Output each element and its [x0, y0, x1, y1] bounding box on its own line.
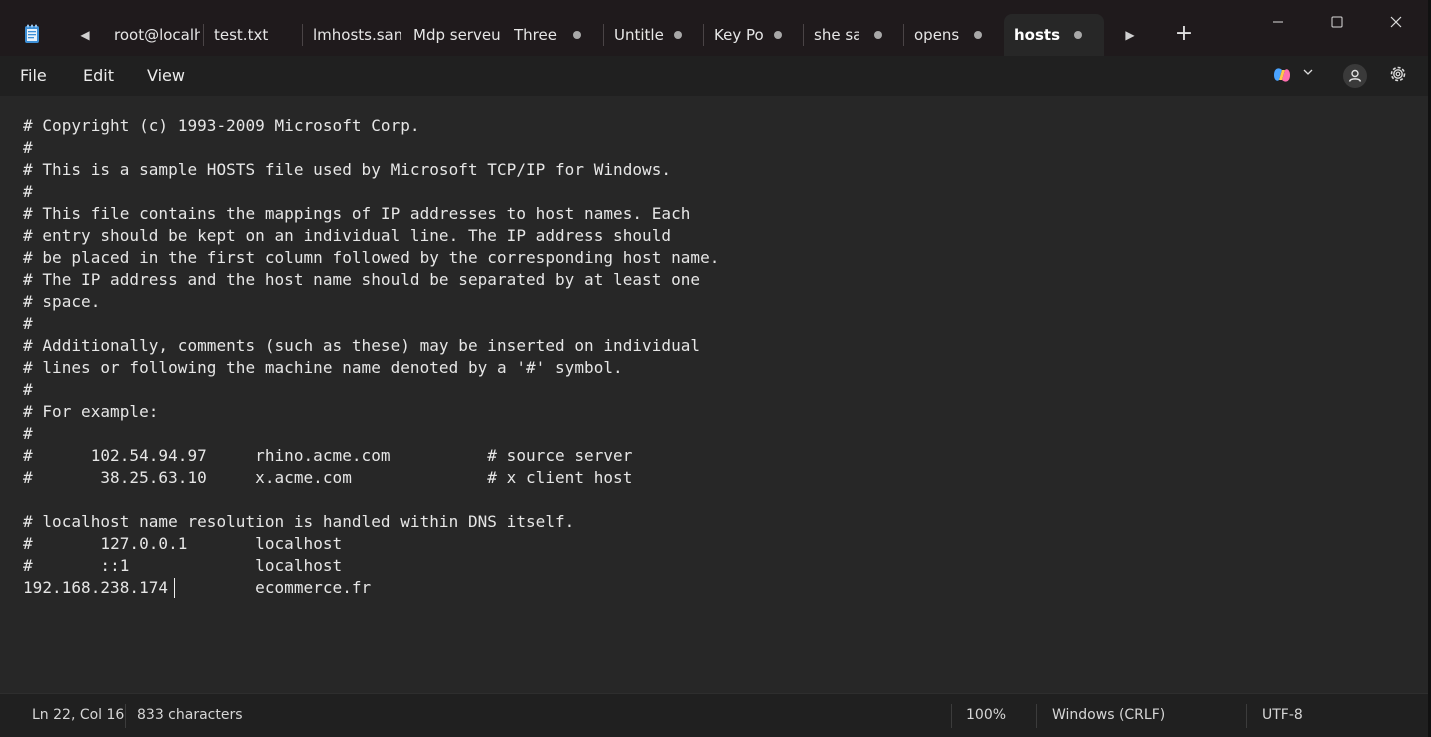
caret-left-icon[interactable]: ◀ [75, 24, 95, 46]
tab-label: root@localh [114, 26, 200, 44]
editor-line: # lines or following the machine name de… [23, 358, 623, 377]
tab-hosts[interactable]: hosts [1004, 14, 1104, 56]
menu-bar: File Edit View [0, 56, 1428, 96]
tab-she-said[interactable]: she sai [804, 14, 904, 56]
status-divider [951, 704, 952, 728]
menu-edit[interactable]: Edit [83, 56, 114, 96]
tab-label: Three [514, 26, 557, 44]
editor-line: # This file contains the mappings of IP … [23, 204, 691, 223]
editor-line: # Additionally, comments (such as these)… [23, 336, 701, 355]
tab-label: openss [914, 26, 960, 44]
menu-view[interactable]: View [147, 56, 185, 96]
cursor-position[interactable]: Ln 22, Col 16 [32, 694, 124, 737]
editor-line: # [23, 138, 33, 157]
status-divider [1036, 704, 1037, 728]
text-caret [174, 578, 175, 598]
editor-line: # [23, 424, 33, 443]
tab-lmhosts-sam[interactable]: lmhosts.sam [303, 14, 403, 56]
account-icon[interactable] [1343, 64, 1367, 88]
character-count: 833 characters [137, 707, 243, 723]
plus-icon[interactable]: + [1172, 22, 1196, 46]
editor-line: # localhost name resolution is handled w… [23, 512, 575, 531]
editor-line: # space. [23, 292, 101, 311]
editor-line: # 127.0.0.1 localhost [23, 534, 343, 553]
status-bar: Ln 22, Col 16 833 characters 100% Window… [0, 693, 1428, 737]
gear-icon[interactable] [1387, 63, 1409, 85]
tab-label: test.txt [214, 26, 269, 44]
maximize-icon[interactable] [1322, 8, 1352, 34]
editor-line: # [23, 314, 33, 333]
chevron-down-icon[interactable] [1300, 66, 1316, 82]
tab-label: Untitle [614, 26, 664, 44]
tab-three[interactable]: Three [504, 14, 604, 56]
tab-label: Key Po [714, 26, 764, 44]
menu-file[interactable]: File [20, 56, 47, 96]
status-divider [125, 704, 126, 728]
unsaved-dot-icon [674, 31, 682, 39]
unsaved-dot-icon [573, 31, 581, 39]
tab-test-txt[interactable]: test.txt [204, 14, 303, 56]
notepad-icon [25, 24, 39, 43]
text-editor[interactable]: # Copyright (c) 1993-2009 Microsoft Corp… [0, 96, 1428, 693]
editor-line: # entry should be kept on an individual … [23, 226, 672, 245]
unsaved-dot-icon [974, 31, 982, 39]
unsaved-dot-icon [874, 31, 882, 39]
editor-line: # [23, 380, 33, 399]
zoom-level[interactable]: 100% [966, 694, 1006, 737]
editor-line: # ::1 localhost [23, 556, 343, 575]
editor-line: # Copyright (c) 1993-2009 Microsoft Corp… [23, 116, 420, 135]
tab-mdp-serveur[interactable]: Mdp serveur [403, 14, 504, 56]
copilot-icon[interactable] [1270, 64, 1294, 86]
minimize-icon[interactable] [1263, 8, 1293, 34]
unsaved-dot-icon [774, 31, 782, 39]
tab-openssl[interactable]: openss [904, 14, 1004, 56]
tab-label: she sai [814, 26, 859, 44]
tab-label: lmhosts.sam [313, 26, 401, 44]
close-icon[interactable] [1381, 8, 1411, 34]
editor-line: # The IP address and the host name shoul… [23, 270, 701, 289]
editor-line: # This is a sample HOSTS file used by Mi… [23, 160, 672, 179]
title-bar[interactable]: ◀ root@localh test.txt lmhosts.sam Mdp s… [0, 0, 1428, 56]
editor-line: # 102.54.94.97 rhino.acme.com # source s… [23, 446, 633, 465]
tab-untitled[interactable]: Untitle [604, 14, 704, 56]
editor-line: # For example: [23, 402, 159, 421]
tab-label: hosts [1014, 26, 1061, 44]
tab-strip: root@localh test.txt lmhosts.sam Mdp ser… [104, 14, 1104, 56]
tab-root-localhost[interactable]: root@localh [104, 14, 204, 56]
notepad-window: ◀ root@localh test.txt lmhosts.sam Mdp s… [0, 0, 1428, 737]
unsaved-dot-icon [1074, 31, 1082, 39]
editor-line: # be placed in the first column followed… [23, 248, 720, 267]
status-divider [1246, 704, 1247, 728]
editor-line: # [23, 182, 33, 201]
encoding[interactable]: UTF-8 [1262, 694, 1303, 737]
line-ending[interactable]: Windows (CRLF) [1052, 694, 1165, 737]
editor-line: 192.168.238.174 ecommerce.fr [23, 578, 372, 597]
caret-right-icon[interactable]: ▶ [1120, 24, 1140, 46]
tab-key-po[interactable]: Key Po [704, 14, 804, 56]
tab-label: Mdp serveur [413, 26, 501, 44]
editor-line: # 38.25.63.10 x.acme.com # x client host [23, 468, 633, 487]
